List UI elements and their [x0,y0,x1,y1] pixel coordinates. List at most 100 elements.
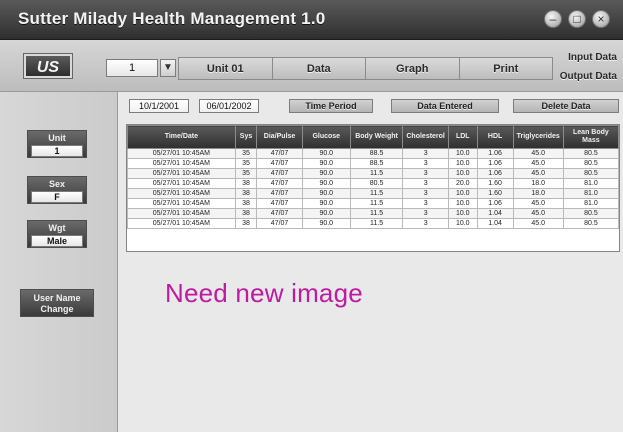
table-cell: 11.5 [349,208,404,219]
table-cell: 3 [402,208,449,219]
window-title: Sutter Milady Health Management 1.0 [18,9,326,28]
table-cell: 81.0 [562,178,620,189]
table-row[interactable]: 05/27/01 10:45AM 38 47/07 90.0 11.5 3 10… [127,188,620,199]
table-cell: 1.60 [476,188,514,199]
table-cell: 11.5 [349,198,404,209]
sex-label: Sex [48,179,65,189]
table-cell: 1.06 [476,148,514,159]
col-time-date[interactable]: Time/Date [127,125,236,149]
placeholder-text: Need new image [165,278,363,308]
unit-value[interactable]: 1 [31,145,83,157]
table-cell: 05/27/01 10:45AM [127,168,236,179]
table-cell: 80.5 [562,168,620,179]
table-cell: 20.0 [447,178,478,189]
table-cell: 47/07 [256,148,303,159]
data-entered-button[interactable]: Data Entered [391,99,499,113]
start-date-field[interactable]: 10/1/2001 [129,99,189,113]
table-cell: 3 [402,178,449,189]
table-cell: 05/27/01 10:45AM [127,198,236,209]
table-cell: 38 [234,178,258,189]
nav-graph[interactable]: Graph [366,57,460,80]
table-row[interactable]: 05/27/01 10:45AM 38 47/07 90.0 11.5 3 10… [127,208,620,219]
weight-value[interactable]: Male [31,235,83,247]
col-hdl[interactable]: HDL [476,125,514,149]
input-data-link[interactable]: Input Data [568,52,617,63]
table-row[interactable]: 05/27/01 10:45AM 35 47/07 90.0 88.5 3 10… [127,158,620,169]
table-cell: 90.0 [301,168,351,179]
table-row[interactable]: 05/27/01 10:45AM 38 47/07 90.0 11.5 3 10… [127,218,620,229]
nav-data[interactable]: Data [272,57,366,80]
user-id-field[interactable]: 1 [106,59,158,77]
table-cell: 47/07 [256,218,303,229]
table-cell: 88.5 [349,148,404,159]
user-dropdown-icon[interactable]: ▼ [160,59,176,77]
table-cell: 18.0 [512,188,564,199]
delete-data-button[interactable]: Delete Data [513,99,619,113]
table-cell: 05/27/01 10:45AM [127,208,236,219]
maximize-icon[interactable]: □ [568,10,586,28]
left-panel: Unit 1 Sex F Wgt Male User Name Change [0,92,118,432]
table-cell: 35 [234,168,258,179]
table-cell: 45.0 [512,158,564,169]
table-cell: 05/27/01 10:45AM [127,158,236,169]
col-glucose[interactable]: Glucose [301,125,351,149]
table-cell: 90.0 [301,178,351,189]
table-row[interactable]: 05/27/01 10:45AM 35 47/07 90.0 11.5 3 10… [127,168,620,179]
table-cell: 38 [234,218,258,229]
data-links: Input Data Output Data [552,47,623,92]
table-cell: 80.5 [562,148,620,159]
sex-value[interactable]: F [31,191,83,203]
col-ldl[interactable]: LDL [447,125,478,149]
table-row[interactable]: 05/27/01 10:45AM 35 47/07 90.0 88.5 3 10… [127,148,620,159]
title-bar: Sutter Milady Health Management 1.0 – □ … [0,0,623,40]
sex-box: Sex F [27,176,87,204]
close-icon[interactable]: × [592,10,610,28]
table-cell: 05/27/01 10:45AM [127,148,236,159]
time-period-button[interactable]: Time Period [289,99,373,113]
table-cell: 1.06 [476,168,514,179]
user-name-change-button[interactable]: User Name Change [20,289,94,317]
table-cell: 80.5 [562,218,620,229]
col-body-weight[interactable]: Body Weight [349,125,404,149]
table-cell: 45.0 [512,168,564,179]
col-cholesterol[interactable]: Cholesterol [402,125,449,149]
col-lean-body-mass[interactable]: Lean Body Mass [562,125,620,149]
table-row[interactable]: 05/27/01 10:45AM 38 47/07 90.0 80.5 3 20… [127,178,620,189]
table-cell: 10.0 [447,218,478,229]
nav-print[interactable]: Print [459,57,553,80]
table-cell: 3 [402,168,449,179]
end-date-field[interactable]: 06/01/2002 [199,99,259,113]
col-triglycerides[interactable]: Triglycerides [512,125,564,149]
data-table: Time/Date Sys Dia/Pulse Glucose Body Wei… [127,125,620,229]
col-dia-pulse[interactable]: Dia/Pulse [256,125,303,149]
table-cell: 3 [402,188,449,199]
table-cell: 81.0 [562,188,620,199]
col-sys[interactable]: Sys [234,125,258,149]
table-cell: 47/07 [256,168,303,179]
weight-box: Wgt Male [27,220,87,248]
table-cell: 1.06 [476,198,514,209]
table-cell: 81.0 [562,198,620,209]
output-data-link[interactable]: Output Data [560,71,617,82]
table-cell: 80.5 [349,178,404,189]
table-cell: 38 [234,208,258,219]
table-cell: 11.5 [349,188,404,199]
minimize-icon[interactable]: – [544,10,562,28]
table-cell: 47/07 [256,158,303,169]
table-cell: 05/27/01 10:45AM [127,188,236,199]
table-cell: 3 [402,218,449,229]
table-cell: 90.0 [301,198,351,209]
table-cell: 10.0 [447,158,478,169]
table-cell: 45.0 [512,198,564,209]
table-cell: 90.0 [301,188,351,199]
table-cell: 47/07 [256,208,303,219]
table-cell: 10.0 [447,198,478,209]
table-cell: 88.5 [349,158,404,169]
nav-unit[interactable]: Unit 01 [178,57,273,80]
table-cell: 3 [402,198,449,209]
table-row[interactable]: 05/27/01 10:45AM 38 47/07 90.0 11.5 3 10… [127,198,620,209]
table-cell: 38 [234,198,258,209]
table-cell: 90.0 [301,218,351,229]
table-cell: 05/27/01 10:45AM [127,218,236,229]
filters-bar: 10/1/2001 06/01/2002 Time Period Data En… [129,99,623,121]
